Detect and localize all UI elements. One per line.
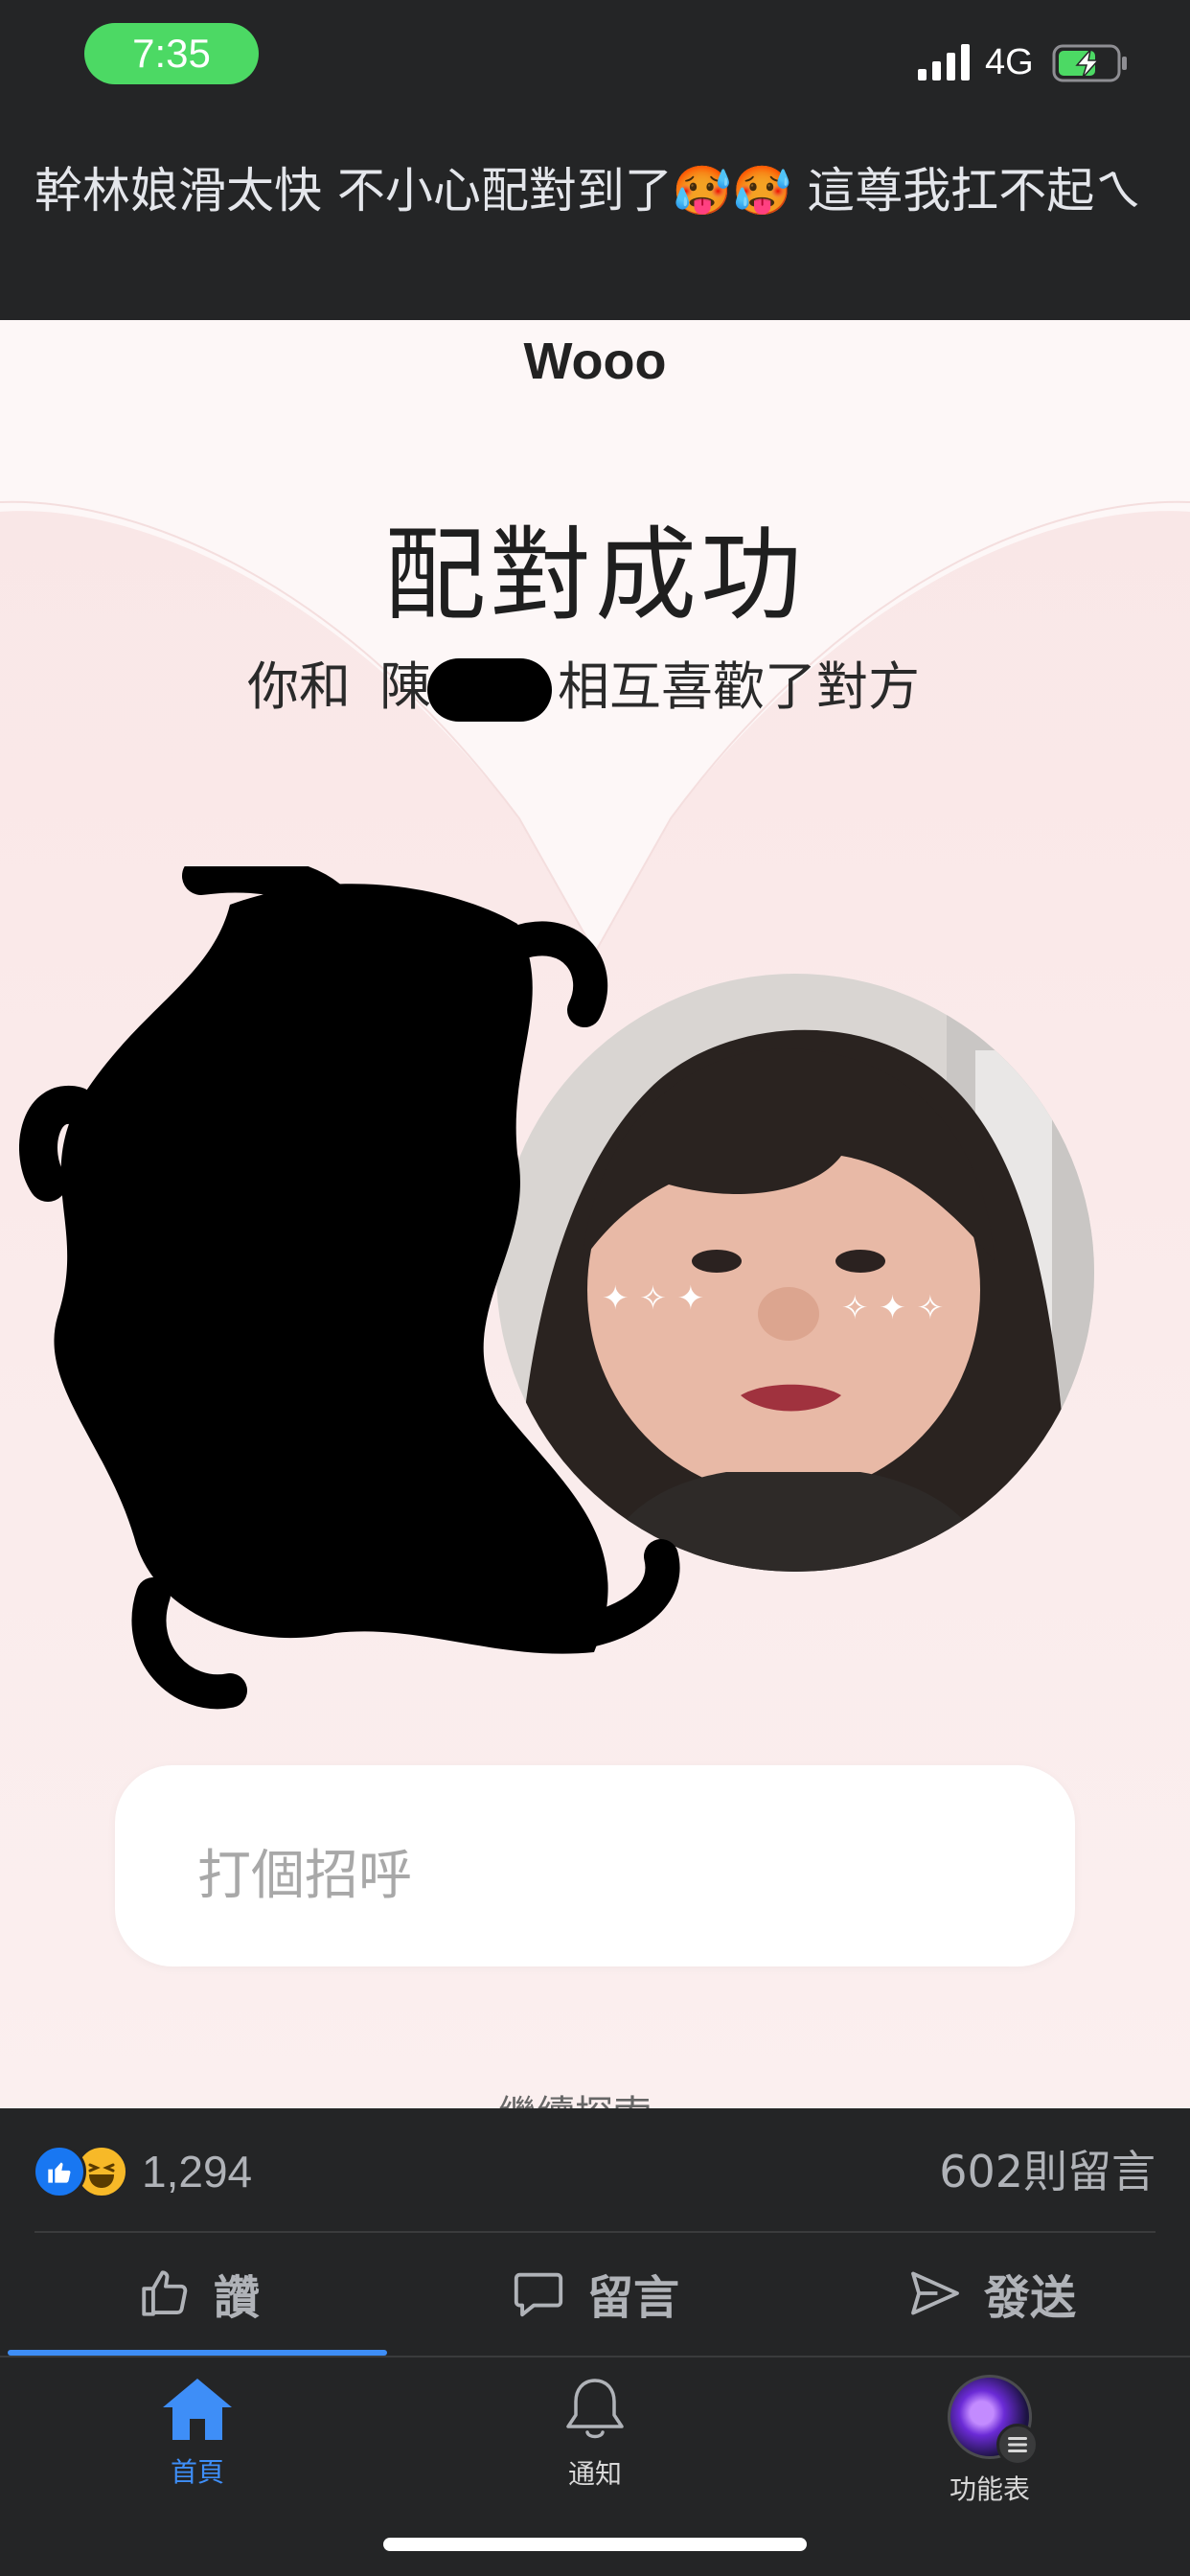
photo-redaction-scribble [19,866,680,1710]
comment-count[interactable]: 602則留言 [939,2143,1156,2200]
tab-notifications[interactable]: 通知 [480,2375,710,2492]
subtitle-name: 陳 [379,656,431,717]
send-label: 發送 [983,2271,1076,2325]
tab-home[interactable]: 首頁 [82,2375,312,2490]
send-icon [911,2271,959,2315]
reaction-count: 1,294 [142,2147,253,2196]
tab-bar-divider [0,2356,1190,2358]
name-redaction [427,658,552,723]
subtitle-suffix: 相互喜歡了對方 [558,656,920,717]
post-caption: 幹林娘滑太快 不小心配對到了🥵🥵 這尊我扛不起ㄟ [34,163,1143,218]
comment-button[interactable]: 留言 [397,2248,793,2338]
like-reaction-icon [33,2145,86,2198]
tab-notifications-label: 通知 [567,2458,622,2490]
match-subtitle: 你和陳 相互喜歡了對方 [247,644,920,723]
like-label: 讚 [213,2271,260,2325]
home-indicator[interactable] [383,2538,807,2551]
greeting-placeholder: 打個招呼 [197,1845,412,1907]
greeting-input: 打個招呼 [115,1765,1075,1966]
send-button[interactable]: 發送 [793,2248,1190,2338]
match-title: 配對成功 [384,517,806,634]
comment-bubble-icon [514,2272,563,2317]
cutoff-text: 繼續探索 [498,2083,690,2108]
battery-charging-icon [1052,44,1127,82]
menu-icon [996,2424,1039,2466]
tab-home-label: 首頁 [170,2456,224,2488]
bell-icon [566,2379,624,2439]
reactions-divider [34,2231,1156,2233]
tab-menu-label: 功能表 [949,2473,1030,2505]
status-time: 7:35 [84,23,259,84]
cellular-signal-icon [918,44,970,80]
comment-label: 留言 [586,2271,679,2325]
match-header: Wooo [523,333,667,390]
subtitle-prefix: 你和 [247,656,351,717]
thumbs-up-icon [142,2270,188,2316]
like-button[interactable]: 讚 [0,2248,397,2338]
reactions-summary[interactable]: 1,294 [33,2143,252,2200]
home-icon [163,2379,232,2440]
network-type: 4G [985,42,1034,82]
user-avatar [948,2375,1039,2466]
tab-menu[interactable]: 功能表 [875,2375,1105,2507]
post-actions: 讚 留言 發送 [0,2248,1190,2338]
svg-text:✧ ✦ ✧: ✧ ✦ ✧ [841,1289,944,1327]
post-image[interactable]: Wooo 配對成功 你和陳相互喜歡了對方 ✦ ✧ ✦ ✧ ✦ ✧ 打個招呼 [0,320,1190,2108]
